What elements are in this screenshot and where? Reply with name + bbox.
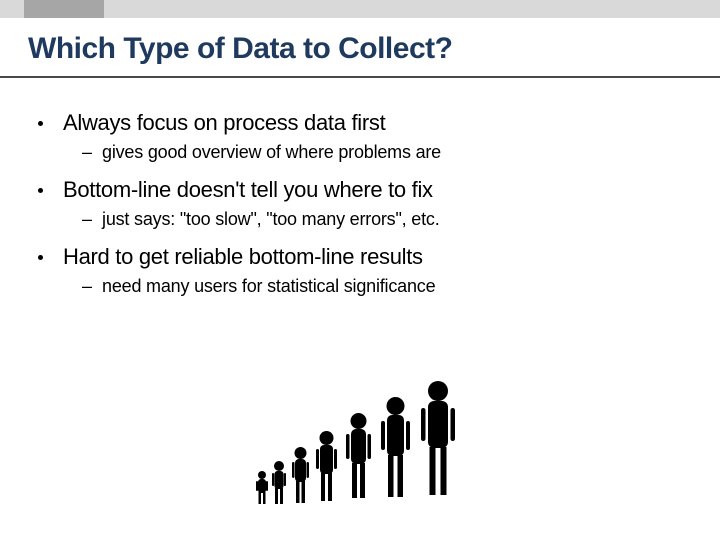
top-accent — [24, 0, 104, 18]
people-row-icon — [255, 378, 465, 508]
person-icon — [255, 470, 269, 508]
bullet-text: Bottom-line doesn't tell you where to fi… — [63, 177, 433, 203]
slide-content: Always focus on process data first – giv… — [38, 110, 678, 311]
sub-text: gives good overview of where problems ar… — [102, 142, 441, 163]
bullet-dot-icon — [38, 188, 43, 193]
sub-item: – just says: "too slow", "too many error… — [82, 209, 678, 230]
person-icon — [420, 380, 456, 508]
bullet-text: Hard to get reliable bottom-line results — [63, 244, 423, 270]
sub-item: – need many users for statistical signif… — [82, 276, 678, 297]
person-icon — [380, 396, 411, 508]
sub-item: – gives good overview of where problems … — [82, 142, 678, 163]
person-icon — [271, 460, 287, 508]
bullet-item: Bottom-line doesn't tell you where to fi… — [38, 177, 678, 203]
person-icon — [315, 430, 338, 508]
bullet-item: Always focus on process data first — [38, 110, 678, 136]
top-bar — [0, 0, 720, 18]
dash-icon: – — [82, 276, 92, 297]
person-icon — [345, 412, 372, 508]
person-icon — [291, 446, 310, 508]
dash-icon: – — [82, 142, 92, 163]
title-underline — [0, 76, 720, 78]
bullet-dot-icon — [38, 121, 43, 126]
sub-text: just says: "too slow", "too many errors"… — [102, 209, 439, 230]
bullet-text: Always focus on process data first — [63, 110, 385, 136]
bullet-dot-icon — [38, 255, 43, 260]
bullet-item: Hard to get reliable bottom-line results — [38, 244, 678, 270]
slide-title: Which Type of Data to Collect? — [28, 32, 452, 66]
sub-text: need many users for statistical signific… — [102, 276, 435, 297]
dash-icon: – — [82, 209, 92, 230]
